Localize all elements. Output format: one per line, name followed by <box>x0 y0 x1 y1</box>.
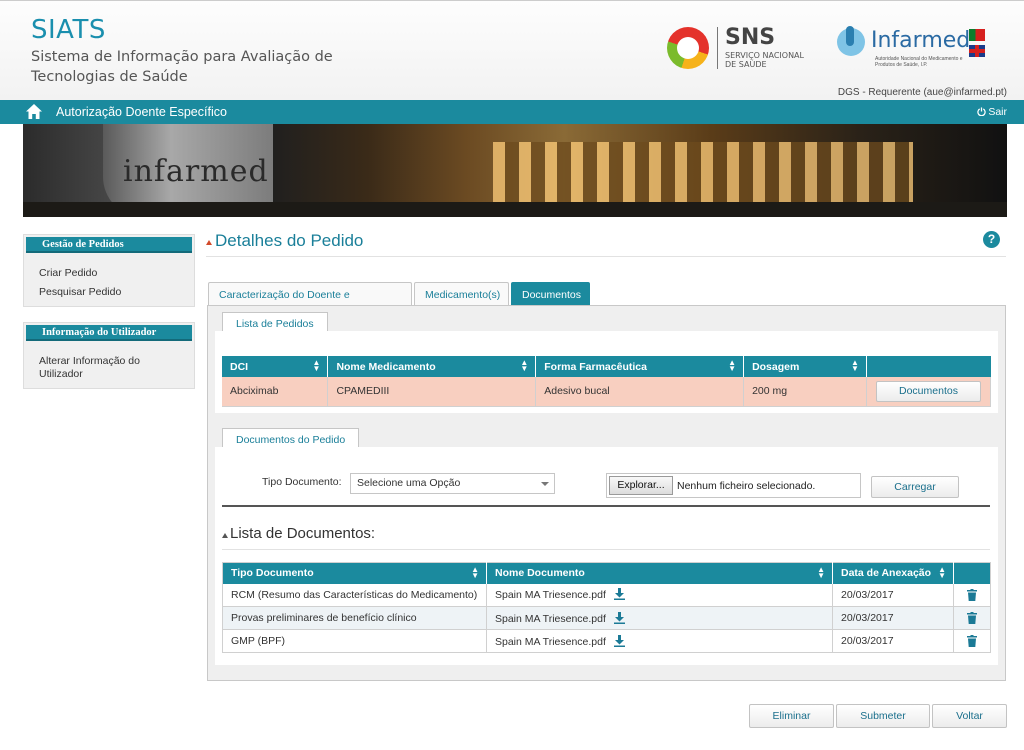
logout-link[interactable]: Sair <box>977 106 1007 118</box>
sort-icon: ▲ ▼ <box>817 565 825 580</box>
tipo-documento-select[interactable]: Selecione uma Opção <box>350 473 555 494</box>
app-title: SIATS <box>31 15 106 45</box>
cell-tipo-documento: RCM (Resumo das Características do Medic… <box>222 583 487 607</box>
infarmed-logo-text: Infarmed <box>871 28 971 53</box>
current-user: DGS - Requerente (aue@infarmed.pt) <box>837 87 1007 98</box>
browse-button[interactable]: Explorar... <box>609 476 673 495</box>
back-button[interactable]: Voltar <box>932 704 1007 728</box>
download-icon[interactable] <box>613 611 625 624</box>
column-header-actions <box>866 356 991 377</box>
tab-medicamentos[interactable]: Medicamento(s) <box>414 282 509 306</box>
page-title: Detalhes do Pedido <box>215 231 364 250</box>
column-header-tipo-documento[interactable]: Tipo Documento ▲ ▼ <box>222 562 487 584</box>
upload-button[interactable]: Carregar <box>871 476 959 498</box>
sort-icon: ▲ ▼ <box>851 358 859 373</box>
trash-icon[interactable] <box>967 635 977 647</box>
table-row[interactable]: RCM (Resumo das Características do Medic… <box>222 583 991 607</box>
nav-title: Autorização Doente Específico <box>56 105 227 119</box>
home-icon[interactable] <box>26 104 42 119</box>
sidebar-section-utilizador: Informação do Utilizador Alterar Informa… <box>23 322 195 389</box>
app-subtitle: Sistema de Informação para Avaliação de … <box>31 49 333 85</box>
sidebar-item-criar-pedido[interactable]: Criar Pedido <box>24 267 194 280</box>
cell-data-anexacao: 20/03/2017 <box>832 629 954 653</box>
trash-icon[interactable] <box>967 588 977 601</box>
cell-nome-documento: Spain MA Triesence.pdf <box>486 629 833 653</box>
tipo-documento-label: Tipo Documento: <box>262 476 342 488</box>
sort-icon: ▲ ▼ <box>520 358 529 373</box>
documentos-table: Tipo Documento ▲ ▼ Nome Documento ▲ ▼ Data d… <box>222 562 991 653</box>
cell-data-anexacao: 20/03/2017 <box>832 606 954 630</box>
trash-icon[interactable] <box>967 612 977 624</box>
column-header-forma-farmaceutica[interactable]: Forma Farmacêutica ▲ ▼ <box>535 356 745 377</box>
help-icon[interactable]: ? <box>983 231 1000 248</box>
cell-nome-documento: Spain MA Triesence.pdf <box>486 583 833 607</box>
sidebar-item-pesquisar-pedido[interactable]: Pesquisar Pedido <box>24 286 194 299</box>
table-row[interactable]: Abciximab CPAMEDIII Adesivo bucal 200 mg… <box>222 377 992 407</box>
submit-button[interactable]: Submeter <box>836 704 930 728</box>
lista-documentos-title: Lista de Documentos: <box>230 525 376 542</box>
infarmed-logo-subtext: Autoridade Nacional do Medicamento e Pro… <box>875 56 963 68</box>
chevron-down-icon <box>541 482 549 486</box>
section-caret-icon <box>222 533 228 538</box>
sort-icon: ▲ ▼ <box>728 358 737 373</box>
sidebar-section-title: Informação do Utilizador <box>26 325 192 341</box>
cell-dci: Abciximab <box>222 377 329 407</box>
tab-documentos[interactable]: Documentos <box>511 282 590 306</box>
sidebar-item-alterar-informacao[interactable]: Alterar Informação do Utilizador <box>24 355 154 381</box>
infarmed-symbol-icon <box>837 26 865 56</box>
pedidos-table: DCI ▲ ▼ Nome Medicamento ▲ ▼ Forma Farmacêut… <box>222 356 992 407</box>
power-icon <box>977 107 986 117</box>
column-header-dosagem[interactable]: Dosagem ▲ ▼ <box>743 356 867 377</box>
file-status: Nenhum ficheiro selecionado. <box>677 480 816 492</box>
download-icon[interactable] <box>613 588 625 601</box>
column-header-nome-documento[interactable]: Nome Documento ▲ ▼ <box>486 562 833 584</box>
sns-logo-text: SNS <box>725 25 776 50</box>
column-header-nome-medicamento[interactable]: Nome Medicamento ▲ ▼ <box>327 356 537 377</box>
sidebar-section-title: Gestão de Pedidos <box>26 237 192 253</box>
sns-logo-subtext: SERVIÇO NACIONAL DE SAÚDE <box>725 51 804 69</box>
cell-nome-documento: Spain MA Triesence.pdf <box>486 606 833 630</box>
cell-forma-farmaceutica: Adesivo bucal <box>535 377 745 407</box>
cell-nome-medicamento: CPAMEDIII <box>327 377 537 407</box>
file-input[interactable]: Explorar... Nenhum ficheiro selecionado. <box>606 473 861 498</box>
cell-data-anexacao: 20/03/2017 <box>832 583 954 607</box>
sns-logo: SNS SERVIÇO NACIONAL DE SAÚDE <box>665 25 805 73</box>
banner-logo-text: infarmed <box>123 154 269 189</box>
table-row[interactable]: Provas preliminares de benefício clínico… <box>222 606 991 630</box>
documentos-button[interactable]: Documentos <box>875 380 981 402</box>
column-header-dci[interactable]: DCI ▲ ▼ <box>222 356 329 377</box>
tab-caracterizacao[interactable]: Caracterização do Doente e Tratamento <box>208 282 412 325</box>
sort-icon: ▲ ▼ <box>312 358 321 373</box>
cell-dosagem: 200 mg <box>743 377 867 407</box>
column-header-data-anexacao[interactable]: Data de Anexação ▲ ▼ <box>832 562 954 584</box>
sidebar-section-pedidos: Gestão de Pedidos Criar Pedido Pesquisar… <box>23 234 195 307</box>
sns-circle-icon <box>667 27 709 69</box>
table-row[interactable]: GMP (BPF) Spain MA Triesence.pdf 20/03/2… <box>222 629 991 653</box>
banner-image: infarmed <box>23 124 1007 217</box>
english-flag-icon[interactable] <box>969 45 985 57</box>
cell-tipo-documento: Provas preliminares de benefício clínico <box>222 606 487 630</box>
portuguese-flag-icon[interactable] <box>969 29 985 41</box>
cell-tipo-documento: GMP (BPF) <box>222 629 487 653</box>
title-caret-icon <box>206 240 212 245</box>
download-icon[interactable] <box>613 634 625 647</box>
sort-icon: ▲ ▼ <box>938 565 946 580</box>
logout-label: Sair <box>988 106 1007 118</box>
infarmed-logo: Infarmed Autoridade Nacional do Medicame… <box>835 26 995 74</box>
delete-button[interactable]: Eliminar <box>749 704 834 728</box>
column-header-actions <box>953 562 991 584</box>
top-navbar: Autorização Doente Específico Sair <box>0 100 1024 124</box>
sort-icon: ▲ ▼ <box>471 565 479 580</box>
app-header: SIATS Sistema de Informação para Avaliaç… <box>0 0 1024 100</box>
